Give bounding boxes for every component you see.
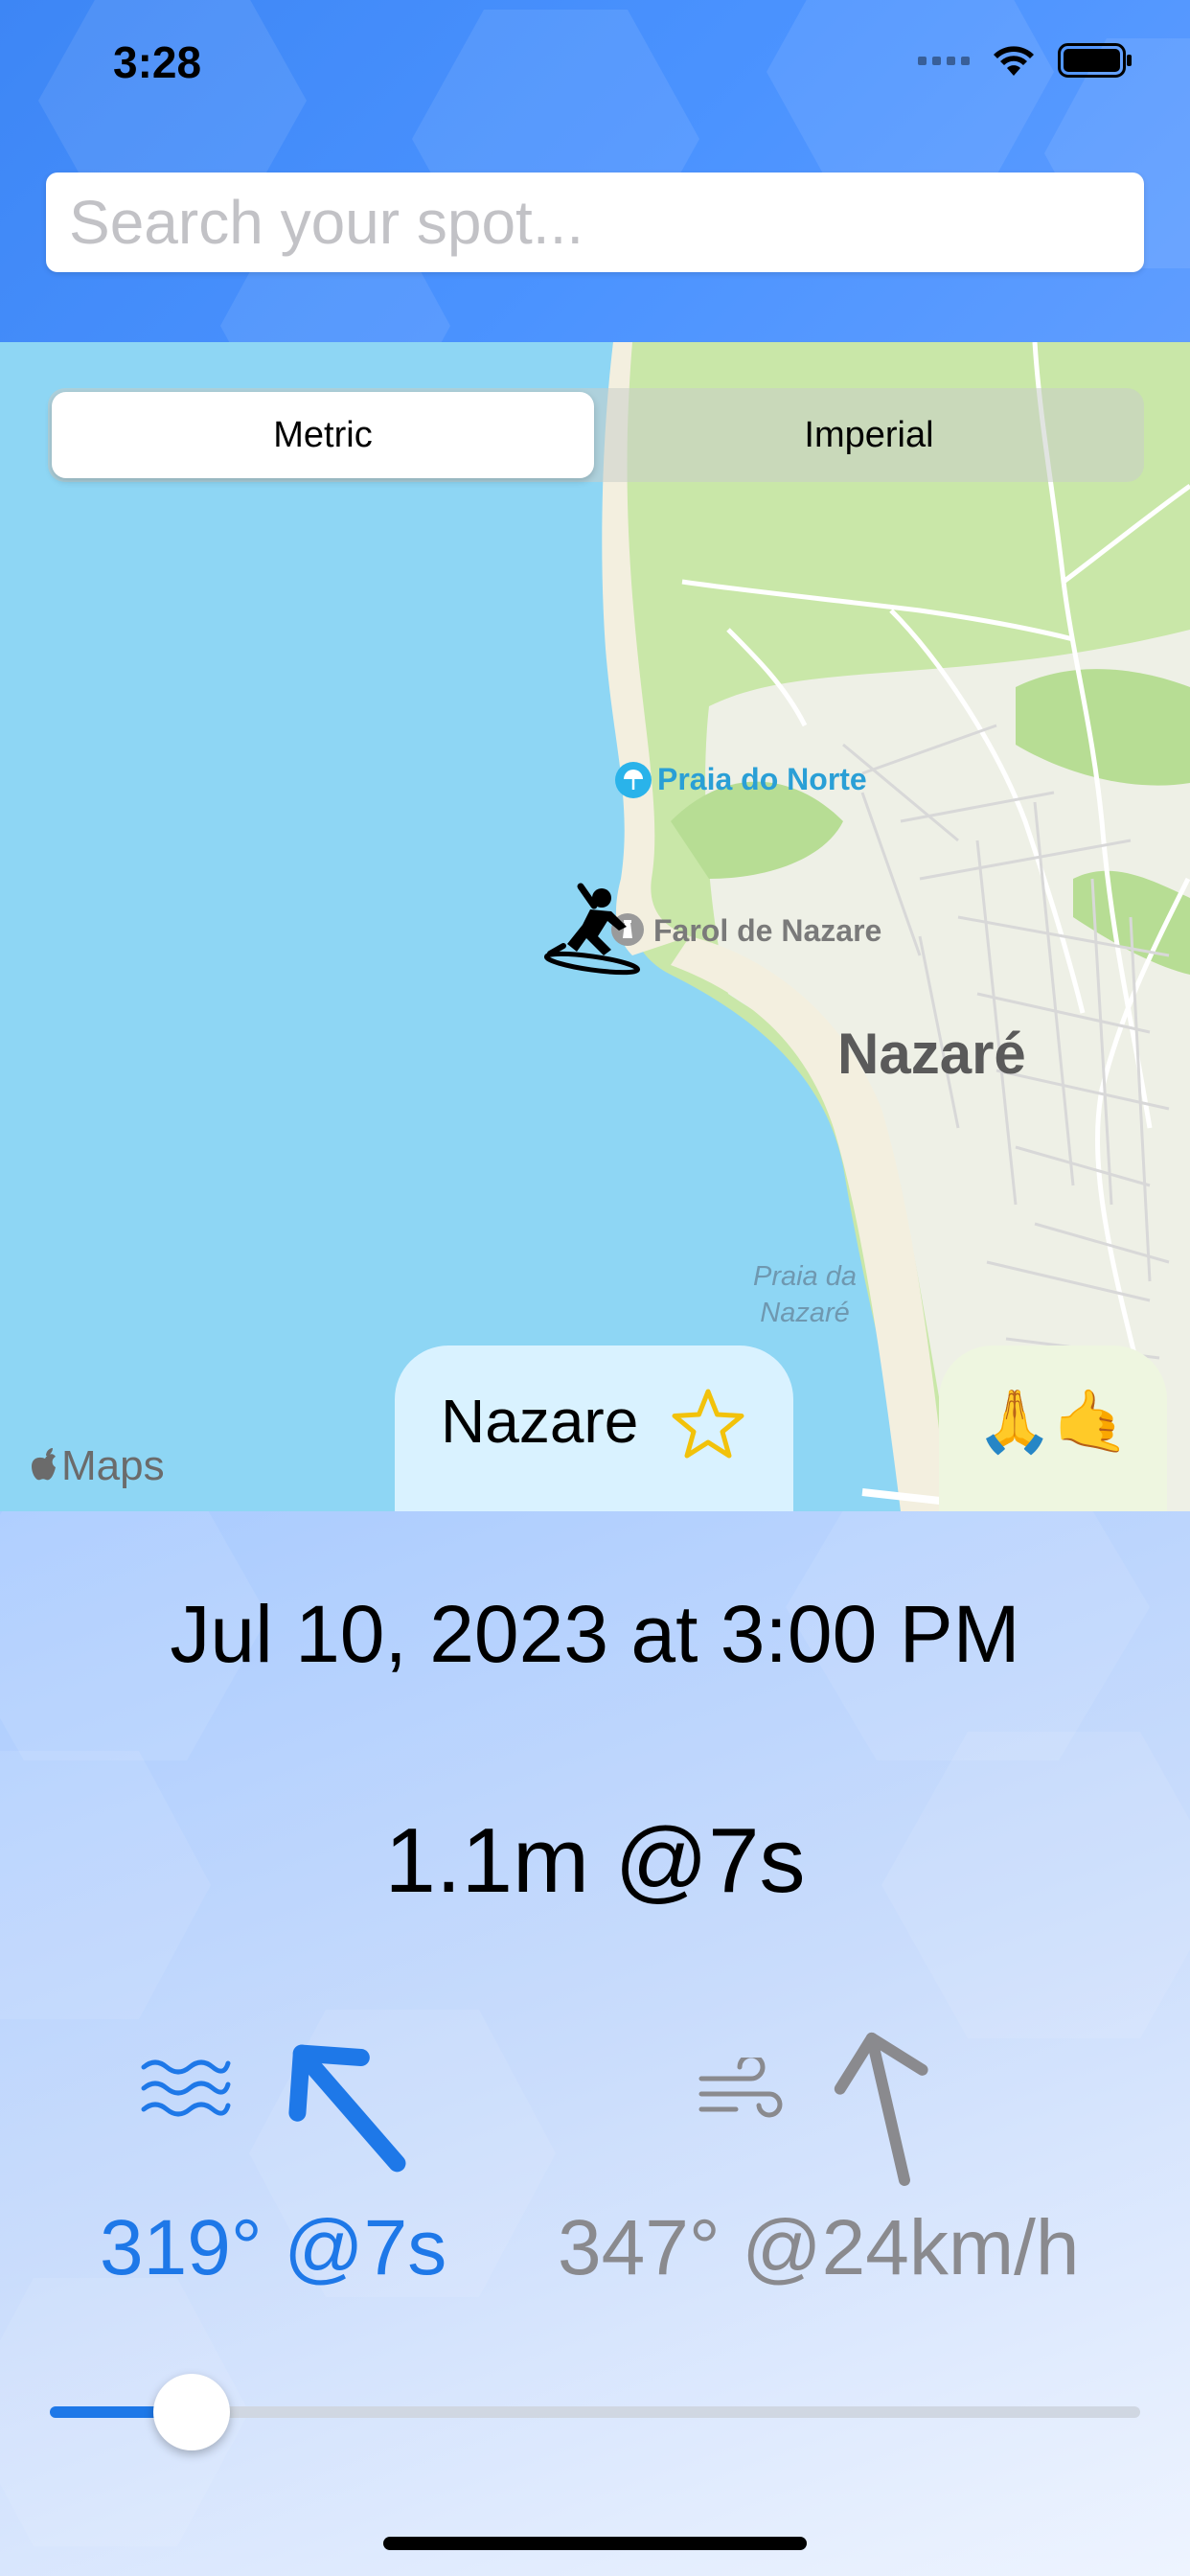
- poi-label-farol[interactable]: Farol de Nazare: [653, 913, 881, 949]
- units-segmented-control[interactable]: Metric Imperial: [48, 388, 1144, 482]
- background-hexagon: [767, 0, 1054, 201]
- forecast-panel: Jul 10, 2023 at 3:00 PM 1.1m @7s 319° @7…: [0, 1511, 1190, 2576]
- status-icons: [918, 42, 1133, 79]
- apple-logo-icon: [32, 1448, 56, 1481]
- wind-value: 347° @24km/h: [558, 2204, 1080, 2291]
- maps-attribution[interactable]: Maps: [29, 1442, 165, 1490]
- status-time: 3:28: [113, 37, 202, 87]
- cellular-signal-icon: [918, 56, 970, 65]
- poi-label-praia-da-nazare[interactable]: Praia da Nazaré: [744, 1258, 866, 1331]
- segment-metric[interactable]: Metric: [52, 392, 594, 478]
- emoji-label: 🙏🤙: [976, 1387, 1130, 1456]
- maps-attribution-label: Maps: [61, 1442, 165, 1489]
- beach-umbrella-icon: [615, 762, 652, 798]
- town-label-nazare[interactable]: Nazaré: [837, 1021, 1026, 1087]
- swell-direction-arrow-icon: [288, 2044, 406, 2173]
- poi-label-line2: Nazaré: [760, 1298, 850, 1328]
- emoji-card[interactable]: 🙏🤙: [939, 1346, 1167, 1511]
- time-slider-thumb[interactable]: [152, 2374, 230, 2450]
- search-input[interactable]: [67, 186, 1123, 259]
- search-bar[interactable]: [46, 172, 1144, 272]
- spot-name: Nazare: [441, 1387, 639, 1456]
- swell-value: 319° @7s: [100, 2204, 447, 2291]
- map-view[interactable]: Metric Imperial Praia do Norte Farol de …: [0, 342, 1190, 1511]
- spot-card-content[interactable]: Nazare: [395, 1346, 793, 1518]
- surfer-icon[interactable]: [542, 877, 648, 982]
- star-outline-icon[interactable]: [671, 1388, 745, 1460]
- home-indicator[interactable]: [383, 2537, 807, 2550]
- wind-icon: [698, 2058, 783, 2118]
- header: 3:28: [0, 0, 1190, 342]
- time-slider[interactable]: [50, 2374, 1140, 2450]
- wind-direction-arrow-icon: [834, 2032, 928, 2186]
- poi-label-praia-do-norte[interactable]: Praia do Norte: [657, 762, 867, 797]
- forecast-datetime: Jul 10, 2023 at 3:00 PM: [170, 1589, 1020, 1679]
- waves-icon: [141, 2059, 231, 2117]
- wifi-icon: [994, 46, 1034, 76]
- forecast-summary: 1.1m @7s: [384, 1809, 806, 1912]
- battery-icon: [1058, 43, 1132, 78]
- segment-imperial[interactable]: Imperial: [598, 392, 1140, 478]
- poi-label-line1: Praia da: [752, 1261, 857, 1292]
